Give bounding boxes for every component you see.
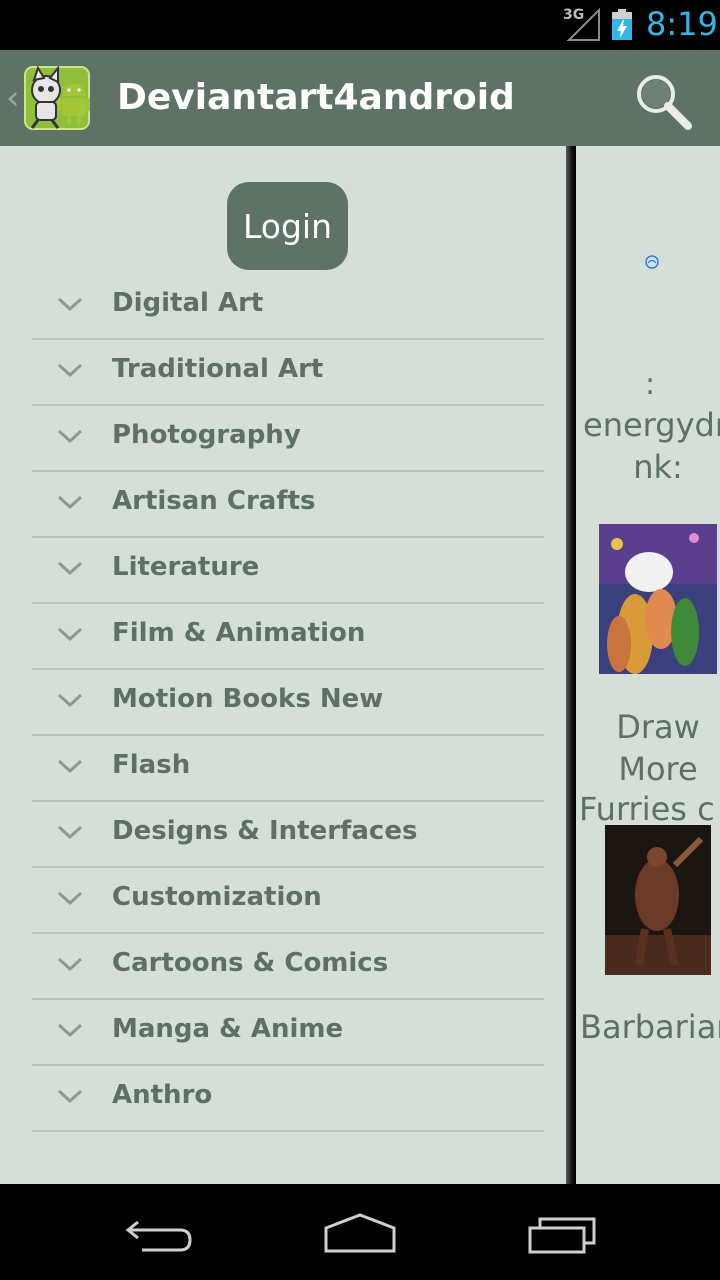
chevron-down-icon	[57, 561, 83, 576]
chevron-down-icon	[57, 363, 83, 378]
battery-charging-icon	[612, 9, 632, 40]
item-title-line: Furries c	[579, 790, 715, 828]
category-item[interactable]: Film & Animation	[32, 604, 544, 670]
clock: 8:19	[646, 5, 718, 43]
category-item[interactable]: Literature	[32, 538, 544, 604]
back-icon[interactable]	[124, 1214, 196, 1254]
category-label: Cartoons & Comics	[112, 948, 389, 978]
chevron-down-icon	[57, 957, 83, 972]
chevron-down-icon	[57, 627, 83, 642]
chevron-down-icon	[57, 297, 83, 312]
category-item[interactable]: Traditional Art	[32, 340, 544, 406]
category-label: Customization	[112, 882, 322, 912]
item-title-line: More	[618, 750, 698, 788]
drawer-divider	[566, 146, 576, 1184]
artwork-thumbnail[interactable]	[599, 524, 717, 674]
category-label: Designs & Interfaces	[112, 816, 418, 846]
category-item[interactable]: Artisan Crafts	[32, 472, 544, 538]
chevron-down-icon	[57, 825, 83, 840]
category-label: Artisan Crafts	[112, 486, 316, 516]
item-title-line: energydri	[583, 406, 720, 444]
chevron-down-icon	[57, 429, 83, 444]
login-button[interactable]: Login	[227, 182, 348, 270]
item-title-line: nk:	[633, 448, 683, 486]
category-item[interactable]: Cartoons & Comics	[32, 934, 544, 1000]
category-item[interactable]: Motion Books New	[32, 670, 544, 736]
item-title-line: :	[644, 367, 656, 402]
artwork-thumbnail[interactable]	[605, 825, 711, 975]
deviantart-android-logo-icon[interactable]	[24, 66, 90, 130]
recent-apps-icon[interactable]	[526, 1216, 598, 1254]
category-label: Literature	[112, 552, 260, 582]
category-label: Manga & Anime	[112, 1014, 344, 1044]
navigation-drawer: Login Digital Art Traditional Art Photogra…	[0, 146, 572, 1184]
chevron-down-icon	[57, 759, 83, 774]
system-nav-bar	[0, 1184, 720, 1280]
item-title-line: Draw	[616, 708, 700, 746]
chevron-down-icon	[57, 495, 83, 510]
category-item[interactable]: Designs & Interfaces	[32, 802, 544, 868]
item-title-line: Barbarian	[580, 1008, 720, 1046]
category-item[interactable]: Anthro	[32, 1066, 544, 1132]
search-icon[interactable]	[632, 70, 694, 132]
category-item[interactable]: Customization	[32, 868, 544, 934]
category-item[interactable]: Flash	[32, 736, 544, 802]
loading-icon	[645, 255, 659, 269]
category-label: Traditional Art	[112, 354, 324, 384]
category-item[interactable]: Manga & Anime	[32, 1000, 544, 1066]
category-label: Flash	[112, 750, 191, 780]
category-label: Motion Books New	[112, 684, 384, 714]
category-label: Photography	[112, 420, 301, 450]
action-bar: ‹ Deviantart4android	[0, 50, 720, 146]
app-title: Deviantart4android	[117, 77, 515, 118]
category-label: Digital Art	[112, 288, 264, 318]
status-bar: 3G 8:19	[0, 0, 720, 50]
category-list: Digital Art Traditional Art Photography Art…	[32, 274, 544, 1132]
signal-icon	[566, 8, 600, 41]
category-label: Film & Animation	[112, 618, 366, 648]
chevron-down-icon	[57, 1089, 83, 1104]
home-icon[interactable]	[322, 1212, 398, 1254]
chevron-down-icon	[57, 693, 83, 708]
chevron-down-icon	[57, 1023, 83, 1038]
up-caret-icon[interactable]: ‹	[6, 78, 20, 118]
chevron-down-icon	[57, 891, 83, 906]
category-item[interactable]: Digital Art	[32, 274, 544, 340]
category-item[interactable]: Photography	[32, 406, 544, 472]
category-label: Anthro	[112, 1080, 213, 1110]
gallery-pane[interactable]: : energydri nk: Draw More Furries c Barb…	[576, 146, 720, 1184]
